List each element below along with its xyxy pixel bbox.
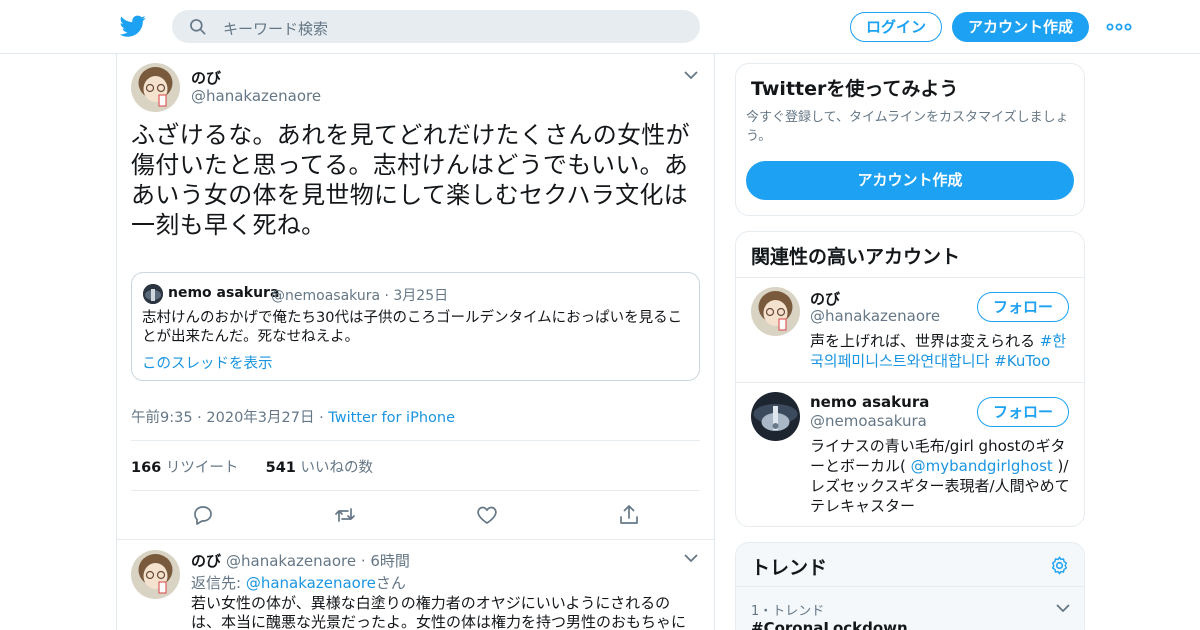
trend-name[interactable]: #CoronaLockdown [751,619,908,630]
search-icon [190,19,206,35]
related-accounts-card: 関連性の高いアカウント のび @hanakazenaore フォロー 声を上げれ… [735,231,1085,527]
signup-card-title: Twitterを使ってみよう [751,78,959,100]
chevron-down-icon[interactable] [1055,603,1071,613]
tweet-author-name[interactable]: のび [191,67,221,88]
account-name[interactable]: nemo asakura [810,393,929,411]
settings-gear-icon[interactable] [1049,555,1070,576]
signup-card-subtitle: 今すぐ登録して、タイムラインをカスタマイズしましょう。 [746,110,1069,144]
account-avatar[interactable] [751,392,800,441]
follow-button[interactable]: フォロー [977,292,1069,322]
reply-handle-time: @hanakazenaore · 6時間 [226,552,410,570]
signup-card-button[interactable]: アカウント作成 [746,161,1074,200]
like-count[interactable]: 541 いいねの数 [266,460,373,476]
top-bar: キーワード検索 ログイン アカウント作成 [0,0,1200,54]
show-thread-link[interactable]: このスレッドを表示 [142,352,273,373]
mention-link[interactable]: @mybandgirlghost [911,457,1053,475]
reply-author-name[interactable]: のび [191,550,221,571]
reply-to-handle-link[interactable]: @hanakazenaore [246,574,376,592]
tweet-source-link[interactable]: Twitter for iPhone [328,410,455,426]
trends-card: トレンド 1・トレンド #CoronaLockdown [735,542,1085,630]
quoted-author-handle-date: @nemoasakura · 3月25日 [271,288,449,304]
chevron-down-icon[interactable] [683,70,699,80]
separator [736,277,1084,278]
account-handle[interactable]: @nemoasakura [810,412,927,430]
account-name[interactable]: のび [810,288,840,309]
search-input[interactable]: キーワード検索 [172,10,700,43]
trend-meta: 1・トレンド [751,604,825,619]
tweet-divider [117,539,714,540]
retweet-icon[interactable] [333,503,357,527]
tweet-column: のび @hanakazenaore ふざけるな。あれを見てどれだけたくさんの女性… [116,54,715,630]
quoted-tweet[interactable]: nemo asakura @nemoasakura · 3月25日 志村けんのお… [131,272,700,381]
login-button[interactable]: ログイン [850,12,942,42]
reply-to-label: 返信先: @hanakazenaoreさん [191,574,406,592]
reply-author-avatar[interactable] [131,550,180,599]
tweet-stats: 166 リツイート 541 いいねの数 [131,456,373,477]
trends-title: トレンド [751,557,828,579]
account-handle[interactable]: @hanakazenaore [810,307,940,325]
trends-header: トレンド [736,543,1084,587]
separator [131,490,700,491]
reply-icon[interactable] [191,503,215,527]
tweet-timestamp-source: 午前9:35 · 2020年3月27日 · Twitter for iPhone [131,410,455,426]
share-icon[interactable] [617,503,641,527]
quoted-tweet-text: 志村けんのおかげで俺たち30代は子供のころゴールデンタイムにおっぱいを見ることが… [142,310,683,345]
like-heart-icon[interactable] [475,503,499,527]
account-bio: ライナスの青い毛布/girl ghostのギターとボーカル( @mybandgi… [810,437,1070,515]
account-avatar[interactable] [751,287,800,336]
quoted-author-name: nemo asakura [168,285,280,301]
tweet-author-handle[interactable]: @hanakazenaore [191,87,321,105]
tweet-text: ふざけるな。あれを見てどれだけたくさんの女性が傷付いたと思ってる。志村けんはどう… [131,121,690,239]
account-bio: 声を上げれば、世界は変えられる #한국의페미니스트와연대합니다 #KuToo [810,332,1067,370]
quoted-author-avatar [143,284,163,304]
signup-card: Twitterを使ってみよう 今すぐ登録して、タイムラインをカスタマイズしましょ… [735,63,1085,216]
twitter-bird-logo-icon[interactable] [120,13,146,39]
search-placeholder: キーワード検索 [223,20,329,38]
separator [131,440,700,441]
signup-button[interactable]: アカウント作成 [952,12,1089,42]
more-options-icon[interactable] [1106,19,1132,35]
follow-button[interactable]: フォロー [977,397,1069,427]
chevron-down-icon[interactable] [683,553,699,563]
retweet-count[interactable]: 166 リツイート [131,460,238,476]
related-accounts-title: 関連性の高いアカウント [751,246,961,268]
author-avatar[interactable] [131,63,180,112]
separator [736,382,1084,383]
reply-text: 若い女性の体が、異様な白塗りの権力者のオヤジにいいようにされるのは、本当に醜悪な… [191,594,687,630]
